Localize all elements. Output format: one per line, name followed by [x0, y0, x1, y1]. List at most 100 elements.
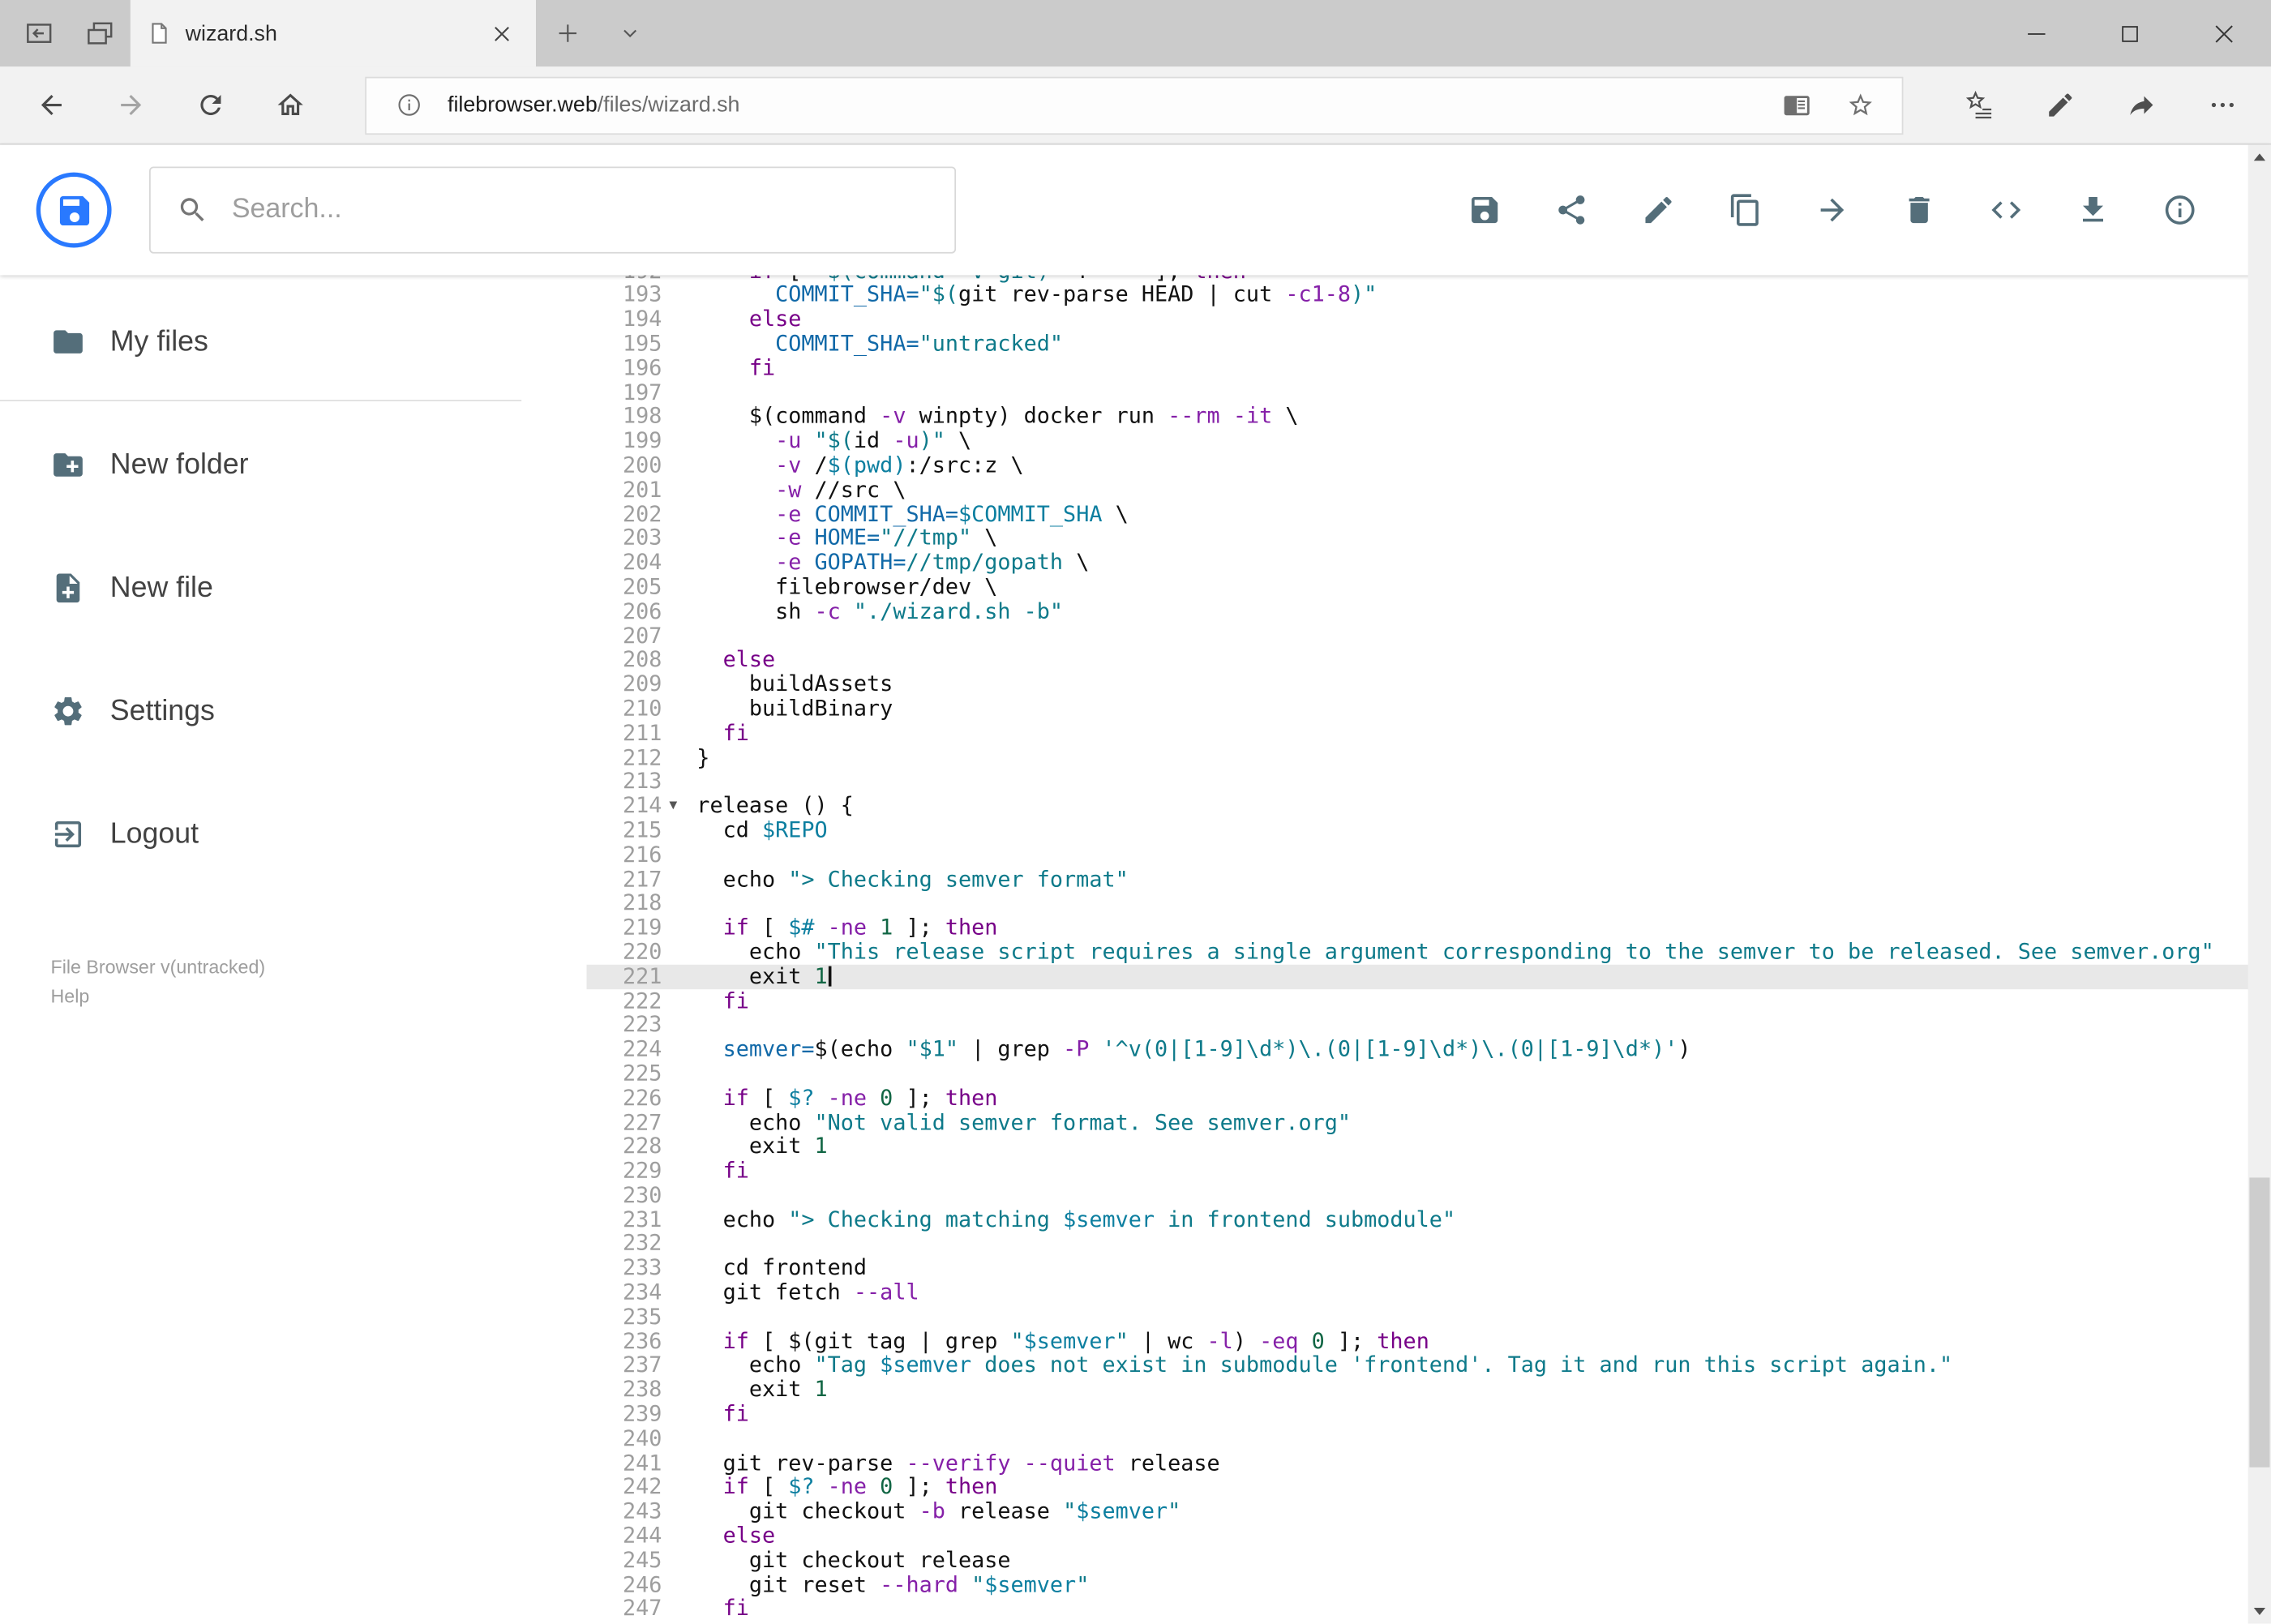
- code-line[interactable]: 229 fi: [587, 1159, 2271, 1183]
- forward-button[interactable]: [92, 71, 171, 138]
- code-line[interactable]: 241 git rev-parse --verify --quiet relea…: [587, 1450, 2271, 1475]
- sidebar-item-my-files[interactable]: My files: [0, 307, 587, 377]
- code-line[interactable]: 207: [587, 623, 2271, 648]
- code-line[interactable]: 219 if [ $# -ne 1 ]; then: [587, 915, 2271, 940]
- app-logo[interactable]: [36, 172, 112, 248]
- code-line[interactable]: 224 semver=$(echo "$1" | grep -P '^v(0|[…: [587, 1037, 2271, 1061]
- browser-tab[interactable]: wizard.sh: [130, 0, 537, 67]
- move-button[interactable]: [1798, 176, 1866, 244]
- code-line[interactable]: 196 fi: [587, 355, 2271, 380]
- code-line[interactable]: 234 git fetch --all: [587, 1280, 2271, 1305]
- code-line[interactable]: 217 echo "> Checking semver format": [587, 867, 2271, 891]
- code-line[interactable]: 200 -v /$(pwd):/src:z \: [587, 452, 2271, 478]
- scroll-up-button[interactable]: [2248, 145, 2271, 169]
- code-line[interactable]: 204 -e GOPATH=//tmp/gopath \: [587, 550, 2271, 575]
- code-line[interactable]: 212}: [587, 745, 2271, 769]
- code-line[interactable]: 222 fi: [587, 988, 2271, 1013]
- web-note-button[interactable]: [2019, 71, 2100, 138]
- code-line[interactable]: 203 -e HOME="//tmp" \: [587, 525, 2271, 551]
- code-line[interactable]: 247 fi: [587, 1596, 2271, 1622]
- code-line[interactable]: 237 echo "Tag $semver does not exist in …: [587, 1353, 2271, 1378]
- code-line[interactable]: 227 echo "Not valid semver format. See s…: [587, 1110, 2271, 1134]
- code-line[interactable]: 243 git checkout -b release "$semver": [587, 1499, 2271, 1523]
- code-line[interactable]: 221 exit 1: [586, 964, 2271, 989]
- search-bar[interactable]: [149, 166, 957, 254]
- minimize-button[interactable]: [1989, 0, 2083, 66]
- sidebar-item-settings[interactable]: Settings: [0, 676, 587, 746]
- code-line[interactable]: 226 if [ $? -ne 0 ]; then: [587, 1086, 2271, 1110]
- tab-close-button[interactable]: [484, 16, 519, 51]
- share-button[interactable]: [1536, 176, 1605, 244]
- download-button[interactable]: [2059, 176, 2127, 244]
- code-line[interactable]: 230: [587, 1183, 2271, 1207]
- code-line[interactable]: 213: [587, 769, 2271, 794]
- code-line[interactable]: 245 git checkout release: [587, 1548, 2271, 1572]
- refresh-button[interactable]: [171, 71, 251, 138]
- code-line[interactable]: 223: [587, 1013, 2271, 1037]
- help-link[interactable]: Help: [51, 982, 587, 1011]
- code-line[interactable]: 199 -u "$(id -u)" \: [587, 428, 2271, 453]
- code-line[interactable]: 236 if [ $(git tag | grep "$semver" | wc…: [587, 1329, 2271, 1353]
- scroll-thumb[interactable]: [2249, 1177, 2270, 1468]
- code-line[interactable]: 214 ▾ release () {: [587, 794, 2271, 818]
- search-input[interactable]: [231, 194, 929, 226]
- code-editor[interactable]: 192 if [ "$(command -v git)" != "" ]; th…: [586, 275, 2271, 1623]
- code-line[interactable]: 238 exit 1: [587, 1378, 2271, 1402]
- code-line[interactable]: 239 fi: [587, 1402, 2271, 1426]
- info-button[interactable]: [2145, 176, 2213, 244]
- reading-view-button[interactable]: [1772, 80, 1821, 130]
- code-line[interactable]: 197: [587, 380, 2271, 405]
- code-line[interactable]: 242 if [ $? -ne 0 ]; then: [587, 1475, 2271, 1499]
- maximize-button[interactable]: [2083, 0, 2177, 66]
- code-line[interactable]: 244 else: [587, 1523, 2271, 1548]
- tabs-preview-button[interactable]: [70, 0, 131, 66]
- copy-button[interactable]: [1711, 176, 1779, 244]
- raw-code-button[interactable]: [1971, 176, 2039, 244]
- favorite-button[interactable]: [1835, 80, 1884, 130]
- close-window-button[interactable]: [2177, 0, 2271, 66]
- new-tab-button[interactable]: [536, 0, 598, 66]
- tab-preview-toggle[interactable]: [598, 0, 661, 66]
- address-bar[interactable]: filebrowser.web/files/wizard.sh: [365, 75, 1904, 135]
- code-line[interactable]: 233 cd frontend: [587, 1256, 2271, 1280]
- code-line[interactable]: 205 filebrowser/dev \: [587, 574, 2271, 599]
- code-line[interactable]: 202 -e COMMIT_SHA=$COMMIT_SHA \: [587, 501, 2271, 526]
- delete-button[interactable]: [1884, 176, 1952, 244]
- sidebar-item-new-folder[interactable]: New folder: [0, 431, 587, 500]
- code-line[interactable]: 206 sh -c "./wizard.sh -b": [587, 598, 2271, 623]
- site-info-button[interactable]: [383, 80, 433, 130]
- more-menu-button[interactable]: [2181, 71, 2262, 138]
- favorites-hub-button[interactable]: [1938, 71, 2019, 138]
- code-line[interactable]: 211 fi: [587, 721, 2271, 745]
- fold-marker-icon[interactable]: ▾: [662, 794, 696, 818]
- vertical-scrollbar[interactable]: [2247, 144, 2271, 1624]
- code-line[interactable]: 240: [587, 1426, 2271, 1450]
- code-line[interactable]: 225: [587, 1061, 2271, 1086]
- code-line[interactable]: 215 cd $REPO: [587, 818, 2271, 842]
- code-line[interactable]: 209 buildAssets: [587, 672, 2271, 696]
- code-line[interactable]: 201 -w //src \: [587, 477, 2271, 502]
- code-line[interactable]: 232: [587, 1232, 2271, 1256]
- code-line[interactable]: 193 COMMIT_SHA="$(git rev-parse HEAD | c…: [587, 282, 2271, 307]
- code-line[interactable]: 231 echo "> Checking matching $semver in…: [587, 1207, 2271, 1232]
- sidebar-item-new-file[interactable]: New file: [0, 553, 587, 623]
- home-button[interactable]: [251, 71, 330, 138]
- code-line[interactable]: 235: [587, 1305, 2271, 1329]
- rename-button[interactable]: [1624, 176, 1692, 244]
- code-line[interactable]: 216: [587, 842, 2271, 867]
- code-line[interactable]: 210 buildBinary: [587, 696, 2271, 721]
- scroll-down-button[interactable]: [2248, 1599, 2271, 1623]
- code-line[interactable]: 208 else: [587, 647, 2271, 672]
- browser-share-button[interactable]: [2100, 71, 2181, 138]
- code-line[interactable]: 228 exit 1: [587, 1134, 2271, 1159]
- code-line[interactable]: 246 git reset --hard "$semver": [587, 1572, 2271, 1596]
- save-button[interactable]: [1450, 176, 1518, 244]
- code-line[interactable]: 220 echo "This release script requires a…: [587, 940, 2271, 964]
- code-line[interactable]: 194 else: [587, 306, 2271, 332]
- set-tabs-aside-button[interactable]: [9, 0, 70, 66]
- back-button[interactable]: [11, 71, 91, 138]
- code-line[interactable]: 198 $(command -v winpty) docker run --rm…: [587, 404, 2271, 429]
- sidebar-item-logout[interactable]: Logout: [0, 799, 587, 869]
- code-line[interactable]: 218: [587, 891, 2271, 915]
- code-line[interactable]: 195 COMMIT_SHA="untracked": [587, 331, 2271, 356]
